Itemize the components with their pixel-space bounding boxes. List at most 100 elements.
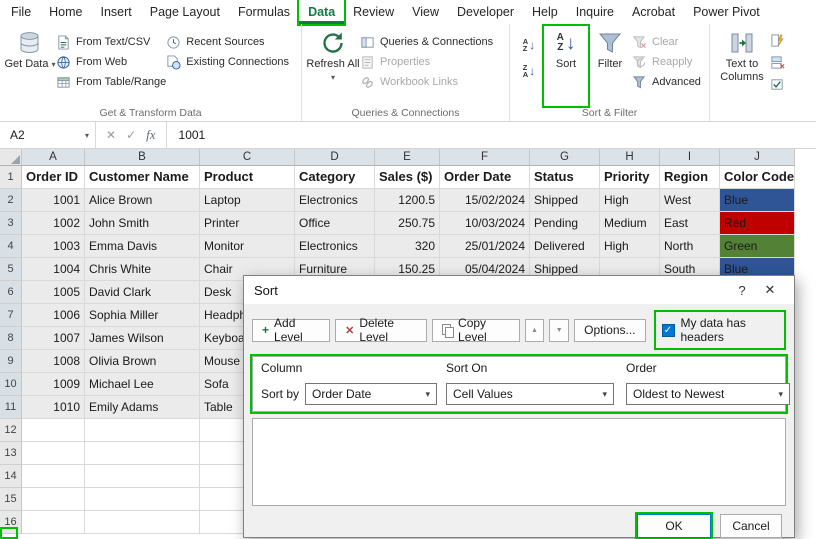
cell-J2[interactable]: Blue	[720, 189, 795, 212]
advanced-button[interactable]: Advanced	[632, 74, 701, 90]
column-header-I[interactable]: I	[660, 149, 720, 166]
column-header-A[interactable]: A	[22, 149, 85, 166]
filter-button[interactable]: Filter	[588, 26, 632, 106]
data-validation-button[interactable]	[770, 76, 785, 92]
add-level-button[interactable]: + Add Level	[252, 319, 330, 342]
row-header-1[interactable]: 1	[0, 166, 22, 189]
cell-E3[interactable]: 250.75	[375, 212, 440, 235]
sort-on-select[interactable]: Cell Values ▾	[446, 383, 614, 405]
cell-A7[interactable]: 1006	[22, 304, 85, 327]
cell-B3[interactable]: John Smith	[85, 212, 200, 235]
column-header-F[interactable]: F	[440, 149, 530, 166]
cell-H4[interactable]: High	[600, 235, 660, 258]
get-data-button[interactable]: Get Data ▾	[4, 26, 56, 106]
cell-A4[interactable]: 1003	[22, 235, 85, 258]
sort-button[interactable]: AZ ↓ Sort	[544, 26, 588, 106]
cell-J4[interactable]: Green	[720, 235, 795, 258]
cell-A12[interactable]	[22, 419, 85, 442]
cell-G1[interactable]: Status	[530, 166, 600, 189]
tab-insert[interactable]: Insert	[92, 0, 141, 24]
tab-view[interactable]: View	[403, 0, 448, 24]
properties-button[interactable]: Properties	[360, 54, 493, 70]
column-header-J[interactable]: J	[720, 149, 795, 166]
cell-A16[interactable]	[22, 511, 85, 534]
sort-by-select[interactable]: Order Date ▾	[305, 383, 437, 405]
cell-B5[interactable]: Chris White	[85, 258, 200, 281]
cell-B13[interactable]	[85, 442, 200, 465]
from-web-button[interactable]: From Web	[56, 54, 166, 70]
row-header-9[interactable]: 9	[0, 350, 22, 373]
existing-connections-button[interactable]: Existing Connections	[166, 54, 289, 70]
options-button[interactable]: Options...	[574, 319, 645, 342]
cancel-entry-icon[interactable]: ✕	[106, 128, 116, 142]
delete-level-button[interactable]: ✕ Delete Level	[335, 319, 427, 342]
row-header-4[interactable]: 4	[0, 235, 22, 258]
cell-C3[interactable]: Printer	[200, 212, 295, 235]
name-box[interactable]: A2 ▾	[0, 122, 96, 148]
copy-level-button[interactable]: Copy Level	[432, 319, 520, 342]
formula-input[interactable]: 1001	[167, 128, 206, 142]
cell-H2[interactable]: High	[600, 189, 660, 212]
cell-A13[interactable]	[22, 442, 85, 465]
cell-J1[interactable]: Color Code	[720, 166, 795, 189]
cell-A6[interactable]: 1005	[22, 281, 85, 304]
workbook-links-button[interactable]: Workbook Links	[360, 74, 493, 90]
cell-E4[interactable]: 320	[375, 235, 440, 258]
cell-B6[interactable]: David Clark	[85, 281, 200, 304]
select-all-corner[interactable]	[0, 149, 22, 166]
cell-A1[interactable]: Order ID	[22, 166, 85, 189]
cell-A2[interactable]: 1001	[22, 189, 85, 212]
column-header-E[interactable]: E	[375, 149, 440, 166]
move-level-up-button[interactable]: ▲	[525, 319, 545, 342]
column-header-G[interactable]: G	[530, 149, 600, 166]
row-header-3[interactable]: 3	[0, 212, 22, 235]
remove-duplicates-button[interactable]	[770, 54, 785, 70]
cell-A14[interactable]	[22, 465, 85, 488]
cell-B8[interactable]: James Wilson	[85, 327, 200, 350]
cell-H3[interactable]: Medium	[600, 212, 660, 235]
tab-developer[interactable]: Developer	[448, 0, 523, 24]
cell-F4[interactable]: 25/01/2024	[440, 235, 530, 258]
tab-page-layout[interactable]: Page Layout	[141, 0, 229, 24]
row-header-6[interactable]: 6	[0, 281, 22, 304]
cell-B2[interactable]: Alice Brown	[85, 189, 200, 212]
clear-button[interactable]: Clear	[632, 34, 701, 50]
row-header-13[interactable]: 13	[0, 442, 22, 465]
move-level-down-button[interactable]: ▼	[549, 319, 569, 342]
column-header-H[interactable]: H	[600, 149, 660, 166]
cell-A9[interactable]: 1008	[22, 350, 85, 373]
cell-G4[interactable]: Delivered	[530, 235, 600, 258]
my-data-has-headers-checkbox[interactable]: ✓ My data has headers	[656, 312, 784, 348]
row-header-11[interactable]: 11	[0, 396, 22, 419]
cell-A11[interactable]: 1010	[22, 396, 85, 419]
cell-E1[interactable]: Sales ($)	[375, 166, 440, 189]
recent-sources-button[interactable]: Recent Sources	[166, 34, 289, 50]
row-header-5[interactable]: 5	[0, 258, 22, 281]
cell-I2[interactable]: West	[660, 189, 720, 212]
sort-ascending-button[interactable]: AZ ↓	[516, 34, 542, 56]
from-table-range-button[interactable]: From Table/Range	[56, 74, 166, 90]
tab-inquire[interactable]: Inquire	[567, 0, 623, 24]
cell-D3[interactable]: Office	[295, 212, 375, 235]
cell-A5[interactable]: 1004	[22, 258, 85, 281]
cancel-button[interactable]: Cancel	[720, 514, 782, 538]
reapply-button[interactable]: Reapply	[632, 54, 701, 70]
cell-H1[interactable]: Priority	[600, 166, 660, 189]
cell-B1[interactable]: Customer Name	[85, 166, 200, 189]
help-icon[interactable]: ?	[728, 283, 756, 298]
tab-file[interactable]: File	[2, 0, 40, 24]
cell-J3[interactable]: Red	[720, 212, 795, 235]
order-select[interactable]: Oldest to Newest ▾	[626, 383, 790, 405]
cell-B16[interactable]	[85, 511, 200, 534]
cell-C4[interactable]: Monitor	[200, 235, 295, 258]
cell-C2[interactable]: Laptop	[200, 189, 295, 212]
sort-descending-button[interactable]: ZA ↓	[516, 60, 542, 82]
cell-B14[interactable]	[85, 465, 200, 488]
cell-A8[interactable]: 1007	[22, 327, 85, 350]
close-icon[interactable]: ✕	[756, 282, 784, 298]
cell-I4[interactable]: North	[660, 235, 720, 258]
cell-F3[interactable]: 10/03/2024	[440, 212, 530, 235]
cell-A10[interactable]: 1009	[22, 373, 85, 396]
row-header-2[interactable]: 2	[0, 189, 22, 212]
cell-B7[interactable]: Sophia Miller	[85, 304, 200, 327]
